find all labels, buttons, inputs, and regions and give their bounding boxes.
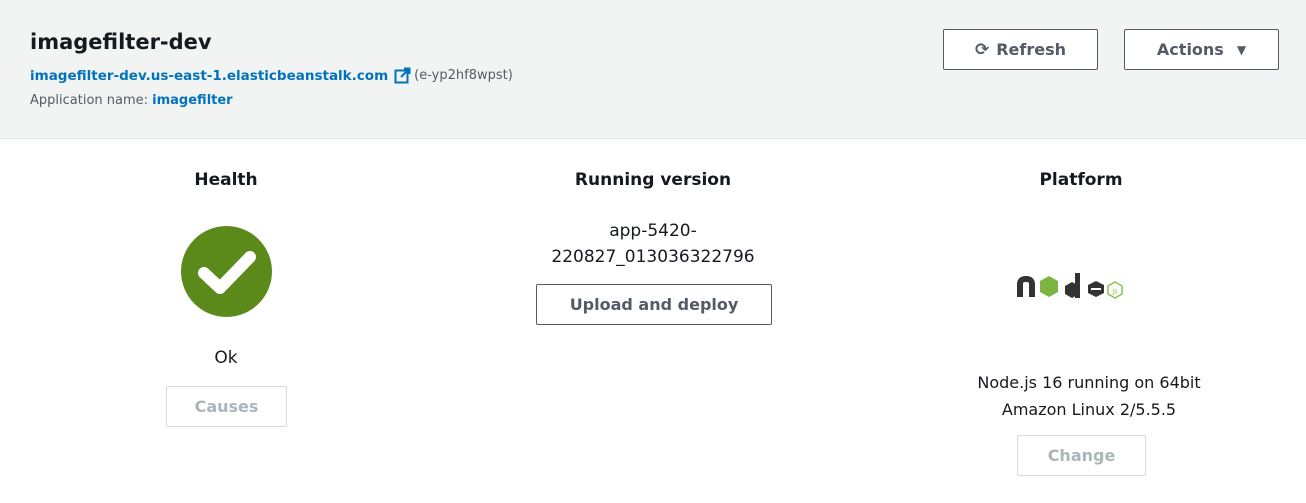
environment-title: imagefilter-dev <box>30 30 212 54</box>
running-version-title: Running version <box>574 170 732 190</box>
platform-line2: Amazon Linux 2/5.5.5 <box>1001 400 1177 419</box>
health-status: Ok <box>214 348 238 368</box>
health-title: Health <box>194 170 258 190</box>
environment-header: imagefilter-dev imagefilter-dev.us-east-… <box>0 0 1306 139</box>
refresh-icon: ⟳ <box>974 39 990 60</box>
environment-url-link[interactable]: imagefilter-dev.us-east-1.elasticbeansta… <box>30 68 388 84</box>
external-link-icon[interactable] <box>394 67 411 84</box>
change-label: Change <box>1047 446 1116 465</box>
application-name-link[interactable]: imagefilter <box>152 93 232 108</box>
causes-label: Causes <box>194 397 259 416</box>
change-platform-button[interactable]: Change <box>1017 435 1146 476</box>
upload-and-deploy-label: Upload and deploy <box>569 295 739 314</box>
nodejs-logo: js <box>1017 273 1123 299</box>
platform-title: Platform <box>1039 170 1123 190</box>
environment-id: (e-yp2hf8wpst) <box>414 68 513 83</box>
nodejs-logo-badge: js <box>1111 288 1118 296</box>
environment-url-row: imagefilter-dev.us-east-1.elasticbeansta… <box>30 67 513 84</box>
caret-down-icon: ▼ <box>1236 42 1247 57</box>
running-version-value: app-5420- 220827_013036322796 <box>551 218 754 270</box>
application-name-row: Application name: imagefilter <box>30 93 233 108</box>
application-name-label: Application name: <box>30 93 149 108</box>
platform-line1: Node.js 16 running on 64bit <box>977 373 1201 392</box>
running-version-line1: app-5420- <box>609 221 697 241</box>
platform-description: Node.js 16 running on 64bit Amazon Linux… <box>977 369 1200 423</box>
actions-label: Actions <box>1156 40 1224 59</box>
actions-dropdown-button[interactable]: Actions ▼ <box>1124 29 1279 70</box>
refresh-button[interactable]: ⟳ Refresh <box>943 29 1098 70</box>
refresh-label: Refresh <box>996 40 1067 59</box>
upload-and-deploy-button[interactable]: Upload and deploy <box>536 284 772 325</box>
running-version-line2: 220827_013036322796 <box>551 247 755 267</box>
check-circle-icon <box>181 226 272 317</box>
causes-button[interactable]: Causes <box>166 386 287 427</box>
